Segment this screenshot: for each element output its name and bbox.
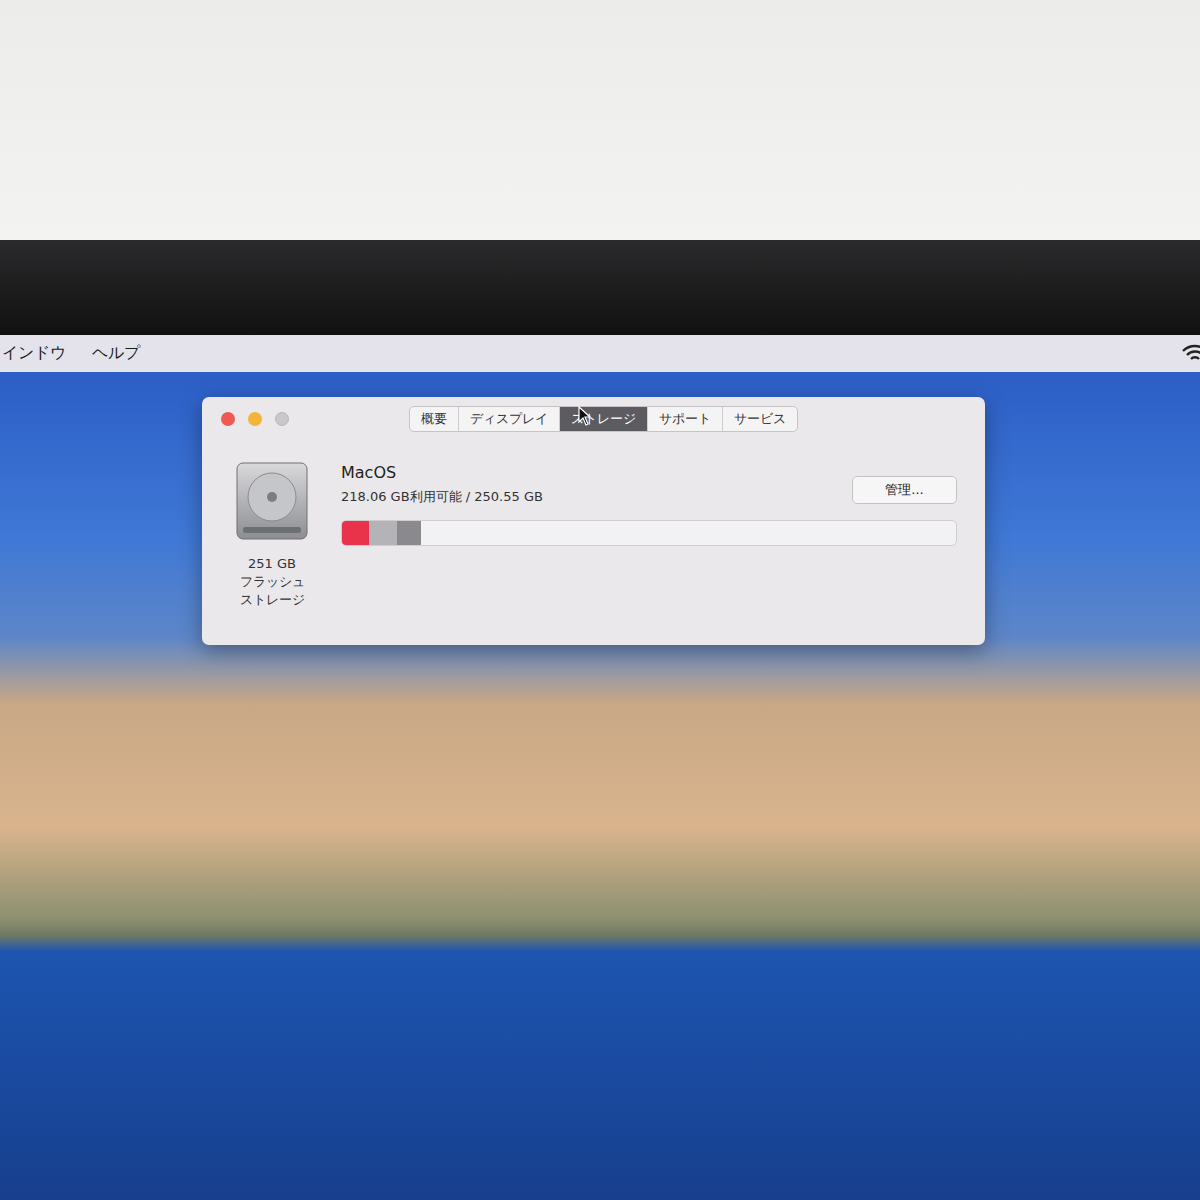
desktop-wallpaper: 概要ディスプレイストレージサポートサービス251 GBフラッシュストレージMac… — [0, 372, 1200, 1200]
tab[interactable]: 概要 — [410, 407, 459, 431]
tab[interactable]: サービス — [723, 407, 797, 431]
zoom-button — [275, 412, 289, 426]
storage-type-label: フラッシュ — [240, 573, 305, 591]
about-window: 概要ディスプレイストレージサポートサービス251 GBフラッシュストレージMac… — [202, 397, 985, 645]
storage-type-label: ストレージ — [240, 591, 305, 609]
storage-bar — [341, 520, 957, 546]
tab[interactable]: ディスプレイ — [459, 407, 560, 431]
manage-button[interactable]: 管理... — [852, 476, 957, 504]
title-bar: 概要ディスプレイストレージサポートサービス — [202, 397, 985, 441]
storage-segment — [397, 521, 421, 545]
tab-bar: 概要ディスプレイストレージサポートサービス — [409, 406, 798, 432]
tab[interactable]: サポート — [648, 407, 723, 431]
photo-scene: インドウヘルプ概要ディスプレイストレージサポートサービス251 GBフラッシュス… — [0, 0, 1200, 1200]
menu-item[interactable]: インドウ — [2, 343, 66, 364]
screen-bezel — [0, 240, 1200, 335]
storage-segment — [369, 521, 397, 545]
wifi-icon[interactable] — [1182, 344, 1200, 364]
storage-segment — [342, 521, 369, 545]
capacity-label: 251 GB — [248, 555, 296, 573]
menu-item[interactable]: ヘルプ — [92, 343, 140, 364]
menu-bar: インドウ ヘルプ — [0, 335, 1200, 372]
mouse-cursor-icon — [578, 406, 592, 426]
hard-drive-icon — [233, 461, 311, 541]
volume-name: MacOS — [341, 463, 543, 482]
close-button[interactable] — [221, 412, 235, 426]
usage-text: 218.06 GB利用可能 / 250.55 GB — [341, 488, 543, 506]
minimize-button[interactable] — [248, 412, 262, 426]
background-paper — [0, 0, 1200, 240]
tab[interactable]: ストレージ — [560, 407, 648, 431]
